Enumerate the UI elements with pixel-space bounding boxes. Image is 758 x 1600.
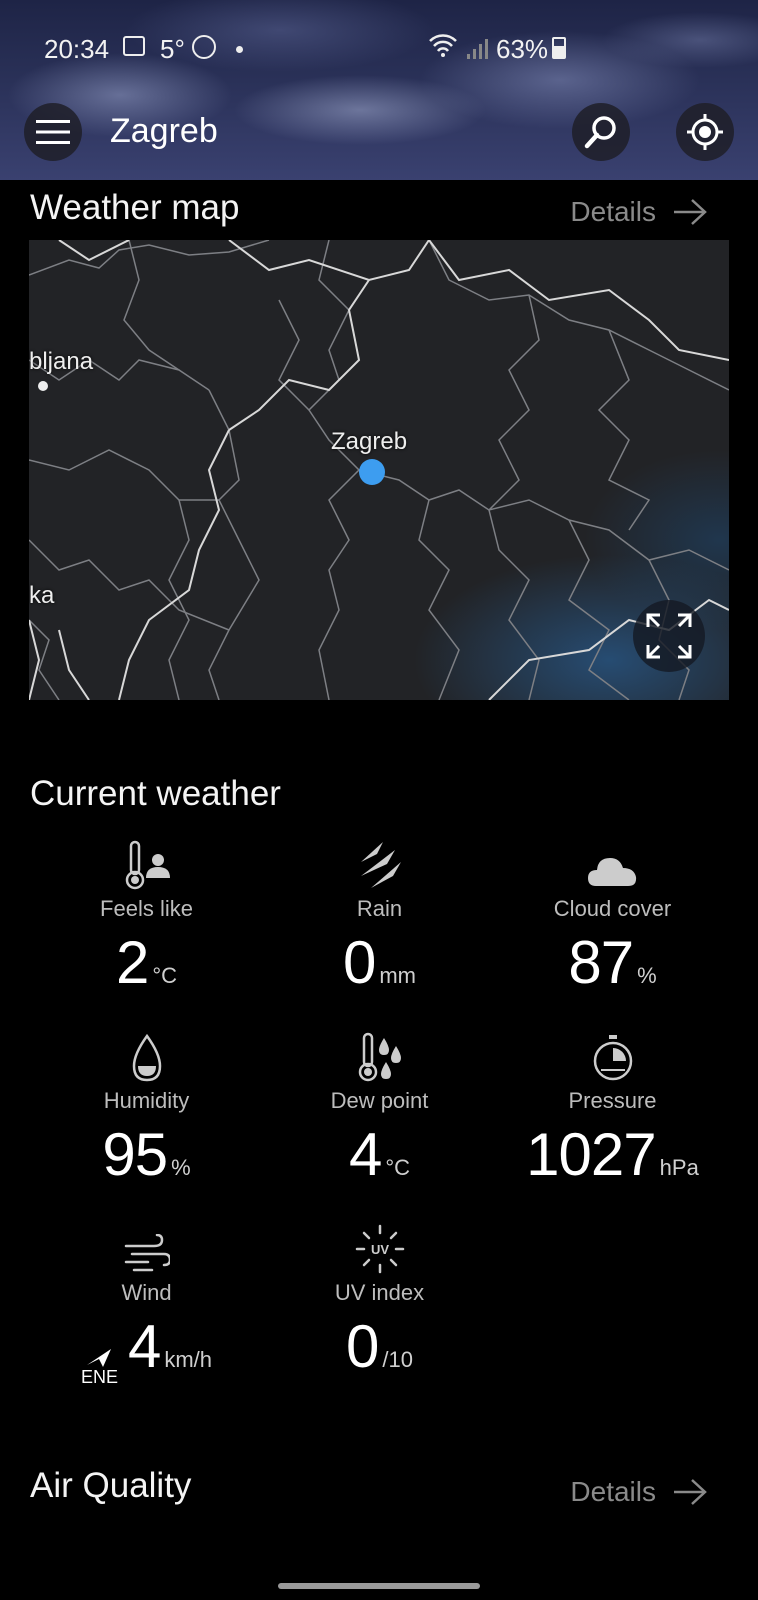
map-current-location-marker	[359, 459, 385, 485]
battery-icon	[552, 37, 566, 59]
pressure-unit: hPa	[659, 1155, 699, 1180]
uv-index-cell[interactable]: UV UV index 0 /10	[263, 1224, 496, 1381]
rain-value: 0	[342, 929, 376, 996]
search-icon	[584, 116, 616, 149]
signal-icon	[466, 36, 488, 67]
humidity-label: Humidity	[103, 1088, 190, 1113]
droplet-icon	[132, 1034, 161, 1082]
cloud-icon	[587, 858, 636, 886]
notification-dot-icon	[236, 46, 243, 53]
details-label: Details	[570, 1476, 656, 1507]
humidity-value: 95	[102, 1121, 168, 1188]
header-sky-background: 20:34 5° 63% Zagreb	[0, 0, 758, 180]
air-quality-title: Air Quality	[30, 1466, 192, 1505]
battery-percentage: 63%	[496, 34, 549, 64]
wind-label: Wind	[121, 1280, 172, 1305]
status-time: 20:34	[44, 34, 110, 64]
status-bar: 20:34 5° 63%	[0, 28, 758, 68]
map-label-ljubljana: bljana	[29, 348, 94, 375]
wifi-icon	[428, 32, 458, 65]
dew-point-unit: °C	[385, 1155, 411, 1180]
thermometer-drops-icon	[358, 1032, 401, 1082]
cloud-cover-value: 87	[568, 929, 634, 996]
uv-index-value: 0	[346, 1313, 379, 1380]
crosshair-icon	[687, 114, 723, 150]
cloud-cover-cell[interactable]: Cloud cover 87 %	[496, 840, 729, 997]
menu-button[interactable]	[24, 103, 82, 161]
wind-direction-arrow-icon	[87, 1349, 112, 1367]
uv-index-label: UV index	[334, 1280, 425, 1305]
humidity-cell[interactable]: Humidity 95 %	[30, 1032, 263, 1189]
map-label-zagreb: Zagreb	[331, 428, 408, 455]
pressure-value: 1027	[526, 1121, 656, 1188]
details-label: Details	[570, 196, 656, 227]
wind-unit: km/h	[164, 1347, 213, 1372]
current-weather-title: Current weather	[30, 774, 281, 813]
weather-map-details-link[interactable]: Details	[570, 196, 708, 228]
home-indicator[interactable]	[278, 1583, 480, 1589]
humidity-unit: %	[171, 1155, 191, 1180]
feels-like-value: 2	[115, 929, 149, 996]
moon-icon	[192, 35, 216, 59]
weather-map[interactable]: bljana Zagreb ka	[29, 240, 729, 700]
dew-point-value: 4	[348, 1121, 382, 1188]
hamburger-icon	[36, 120, 70, 144]
app-bar: Zagreb	[0, 100, 758, 164]
arrow-right-icon	[674, 1479, 707, 1505]
gauge-icon	[593, 1035, 632, 1081]
search-button[interactable]	[572, 103, 630, 161]
rain-cell[interactable]: Rain 0 mm	[263, 840, 496, 997]
feels-like-cell[interactable]: Feels like 2 °C	[30, 840, 263, 997]
dew-point-label: Dew point	[330, 1088, 429, 1113]
gallery-icon	[123, 36, 145, 56]
map-city-dot	[38, 381, 48, 391]
weather-map-title: Weather map	[30, 188, 240, 227]
map-fullscreen-button[interactable]	[633, 600, 705, 672]
pressure-cell[interactable]: Pressure 1027 hPa	[496, 1032, 729, 1189]
uv-index-unit: /10	[382, 1347, 413, 1372]
cloud-cover-label: Cloud cover	[553, 896, 672, 921]
wind-direction-label: ENE	[80, 1367, 118, 1387]
uv-icon: UV	[355, 1224, 404, 1274]
expand-icon	[646, 613, 692, 659]
current-location-button[interactable]	[676, 103, 734, 161]
svg-text:UV: UV	[370, 1242, 388, 1257]
rain-label: Rain	[356, 896, 403, 921]
wind-direction: ENE	[81, 1347, 118, 1388]
screen: 20:34 5° 63% Zagreb Weather map Details …	[0, 0, 758, 1600]
dew-point-cell[interactable]: Dew point 4 °C	[263, 1032, 496, 1189]
wind-cell[interactable]: Wind ENE 4 km/h	[30, 1224, 263, 1388]
wind-value: 4	[127, 1313, 161, 1380]
pressure-label: Pressure	[568, 1088, 657, 1113]
arrow-right-icon	[674, 199, 707, 225]
city-title[interactable]: Zagreb	[110, 112, 218, 151]
thermometer-person-icon	[125, 840, 170, 890]
status-temperature: 5°	[160, 34, 185, 64]
feels-like-unit: °C	[152, 963, 178, 988]
cloud-cover-unit: %	[637, 963, 657, 988]
feels-like-label: Feels like	[100, 896, 193, 921]
map-label-rijeka: ka	[29, 582, 55, 609]
wind-icon	[124, 1234, 170, 1272]
rain-icon	[360, 842, 401, 888]
rain-unit: mm	[379, 963, 417, 988]
air-quality-details-link[interactable]: Details	[570, 1476, 708, 1508]
